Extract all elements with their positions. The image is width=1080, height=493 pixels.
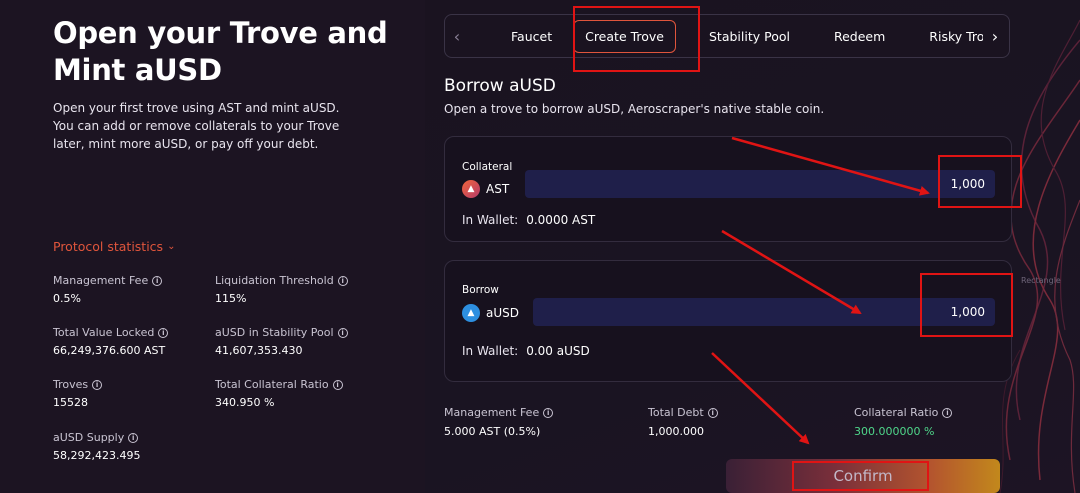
stat-value: 58,292,423.495 (53, 449, 141, 462)
stat-ausd-supply: aUSD Supply i 58,292,423.495 (53, 431, 140, 462)
summary-value: 300.000000 % (854, 425, 935, 438)
stat-label: Liquidation Threshold (215, 274, 334, 287)
chevron-down-icon: ⌄ (167, 241, 176, 252)
tab-bar: ‹ Faucet Create Trove Stability Pool Red… (444, 14, 1010, 58)
stat-label: aUSD Supply (53, 431, 125, 444)
stat-label: Total Value Locked (53, 326, 155, 339)
stat-ausd-stability-pool: aUSD in Stability Pool i 41,607,353.430 (215, 326, 348, 357)
info-icon[interactable]: i (128, 432, 139, 443)
tab-faucet[interactable]: Faucet (500, 21, 563, 52)
tab-stability-pool[interactable]: Stability Pool (698, 21, 801, 52)
page-description: Open your first trove using AST and mint… (53, 101, 340, 151)
summary-label: Management Fee (444, 406, 540, 419)
info-icon[interactable]: i (92, 379, 103, 390)
summary-management-fee: Management Fee i 5.000 AST (0.5%) (444, 406, 554, 438)
info-icon[interactable]: i (543, 407, 554, 418)
summary-collateral-ratio: Collateral Ratio i 300.000000 % (854, 406, 953, 438)
info-icon[interactable]: i (942, 407, 953, 418)
tab-list: Faucet Create Trove Stability Pool Redee… (475, 19, 1009, 53)
stat-management-fee: Management Fee i 0.5% (53, 274, 163, 305)
stat-label: Management Fee (53, 274, 149, 287)
page-title: Open your Trove and Mint aUSD (53, 16, 388, 87)
stat-value: 115% (215, 292, 247, 305)
tab-create-trove[interactable]: Create Trove (573, 19, 676, 53)
protocol-statistics-toggle[interactable]: Protocol statistics ⌄ (53, 239, 175, 254)
info-icon[interactable]: i (337, 275, 348, 286)
borrow-asset: ▲ aUSD (462, 304, 519, 322)
info-icon[interactable]: i (332, 379, 343, 390)
stat-troves: Troves i 15528 (53, 378, 103, 409)
protocol-statistics-label: Protocol statistics (53, 239, 164, 254)
wallet-label: In Wallet: (462, 344, 519, 358)
stat-label: aUSD in Stability Pool (215, 326, 334, 339)
section-subtitle: Open a trove to borrow aUSD, Aeroscraper… (444, 102, 825, 116)
ausd-token-icon: ▲ (462, 304, 480, 322)
summary-total-debt: Total Debt i 1,000.000 (648, 406, 718, 438)
stat-value: 41,607,353.430 (215, 344, 303, 357)
collateral-wallet-balance: In Wallet: 0.0000 AST (462, 213, 595, 227)
info-icon[interactable]: i (707, 407, 718, 418)
borrow-card: Borrow ▲ aUSD 1,000 In Wallet: 0.00 aUSD (444, 260, 1012, 382)
borrow-amount-input[interactable]: 1,000 (533, 298, 995, 326)
stat-value: 15528 (53, 396, 88, 409)
ast-token-icon: ▲ (462, 180, 480, 198)
stat-value: 340.950 % (215, 396, 275, 409)
stat-value: 66,249,376.600 AST (53, 344, 166, 357)
borrow-label: Borrow (462, 284, 499, 296)
section-title: Borrow aUSD (444, 76, 556, 96)
rectangle-note: Rectangle (1021, 276, 1061, 285)
collateral-card: Collateral ▲ AST 1,000 In Wallet: 0.0000 … (444, 136, 1012, 242)
collateral-amount-input[interactable]: 1,000 (525, 170, 995, 198)
chevron-right-icon[interactable]: › (983, 26, 1007, 46)
stat-label: Total Collateral Ratio (215, 378, 329, 391)
collateral-asset-name: AST (486, 182, 510, 196)
borrow-asset-name: aUSD (486, 306, 519, 320)
summary-label: Total Debt (648, 406, 704, 419)
collateral-label: Collateral (462, 161, 513, 173)
confirm-button[interactable]: Confirm (726, 459, 1000, 493)
borrow-wallet-balance: In Wallet: 0.00 aUSD (462, 344, 590, 358)
stat-label: Troves (53, 378, 89, 391)
summary-value: 1,000.000 (648, 425, 704, 438)
wallet-value: 0.00 aUSD (526, 344, 590, 358)
info-icon[interactable]: i (158, 327, 169, 338)
info-icon[interactable]: i (337, 327, 348, 338)
summary-value: 5.000 AST (0.5%) (444, 425, 541, 438)
stat-liquidation-threshold: Liquidation Threshold i 115% (215, 274, 348, 305)
stat-total-value-locked: Total Value Locked i 66,249,376.600 AST (53, 326, 169, 357)
info-icon[interactable]: i (152, 275, 163, 286)
stat-total-collateral-ratio: Total Collateral Ratio i 340.950 % (215, 378, 343, 409)
collateral-asset: ▲ AST (462, 180, 509, 198)
wallet-value: 0.0000 AST (526, 213, 596, 227)
wallet-label: In Wallet: (462, 213, 519, 227)
stat-value: 0.5% (53, 292, 81, 305)
summary-label: Collateral Ratio (854, 406, 939, 419)
chevron-left-icon[interactable]: ‹ (445, 27, 469, 46)
tab-redeem[interactable]: Redeem (823, 21, 896, 52)
